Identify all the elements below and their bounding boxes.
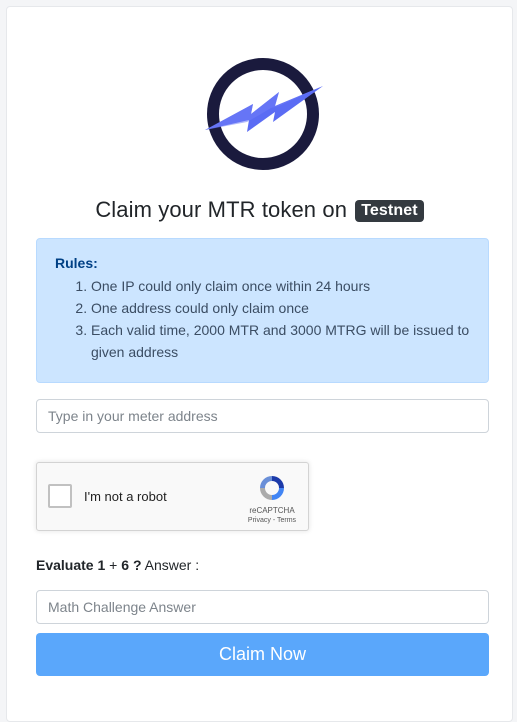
math-answer-input[interactable] <box>36 590 489 624</box>
challenge-prefix: Evaluate <box>36 557 94 573</box>
recaptcha-icon <box>260 476 284 500</box>
rules-title: Rules: <box>55 255 98 271</box>
challenge-operand-a: 1 <box>97 557 106 573</box>
recaptcha-terms-link[interactable]: Terms <box>277 517 296 524</box>
recaptcha-privacy-link[interactable]: Privacy <box>248 517 271 524</box>
page-title-text: Claim your MTR token on <box>95 197 348 222</box>
challenge-operand-b: 6 <box>121 557 130 573</box>
rule-item: One address could only claim once <box>91 297 470 319</box>
challenge-operator: + <box>109 557 118 573</box>
recaptcha-widget: I'm not a robot reCAPTCHA Privacy - Term… <box>36 462 309 531</box>
recaptcha-links: Privacy - Terms <box>232 517 312 524</box>
rules-alert: Rules: One IP could only claim once with… <box>36 238 489 383</box>
network-badge: Testnet <box>355 200 424 222</box>
recaptcha-link-separator: - <box>272 517 276 524</box>
recaptcha-checkbox[interactable] <box>48 484 72 508</box>
rules-list: One IP could only claim once within 24 h… <box>55 275 470 363</box>
challenge-answer-label: Answer : <box>144 557 200 573</box>
rule-item: One IP could only claim once within 24 h… <box>91 275 470 297</box>
faucet-card: Claim your MTR token on Testnet Rules: O… <box>6 6 513 722</box>
claim-now-button[interactable]: Claim Now <box>36 633 489 676</box>
challenge-question-mark: ? <box>132 557 142 573</box>
rule-item: Each valid time, 2000 MTR and 3000 MTRG … <box>91 319 470 363</box>
meter-address-input[interactable] <box>36 399 489 433</box>
meter-logo-icon <box>205 58 323 170</box>
recaptcha-brand: reCAPTCHA <box>249 506 295 515</box>
recaptcha-label: I'm not a robot <box>84 489 167 504</box>
math-challenge-question: Evaluate 1 + 6 ? Answer : <box>36 557 199 573</box>
page-title: Claim your MTR token on Testnet <box>7 197 512 223</box>
